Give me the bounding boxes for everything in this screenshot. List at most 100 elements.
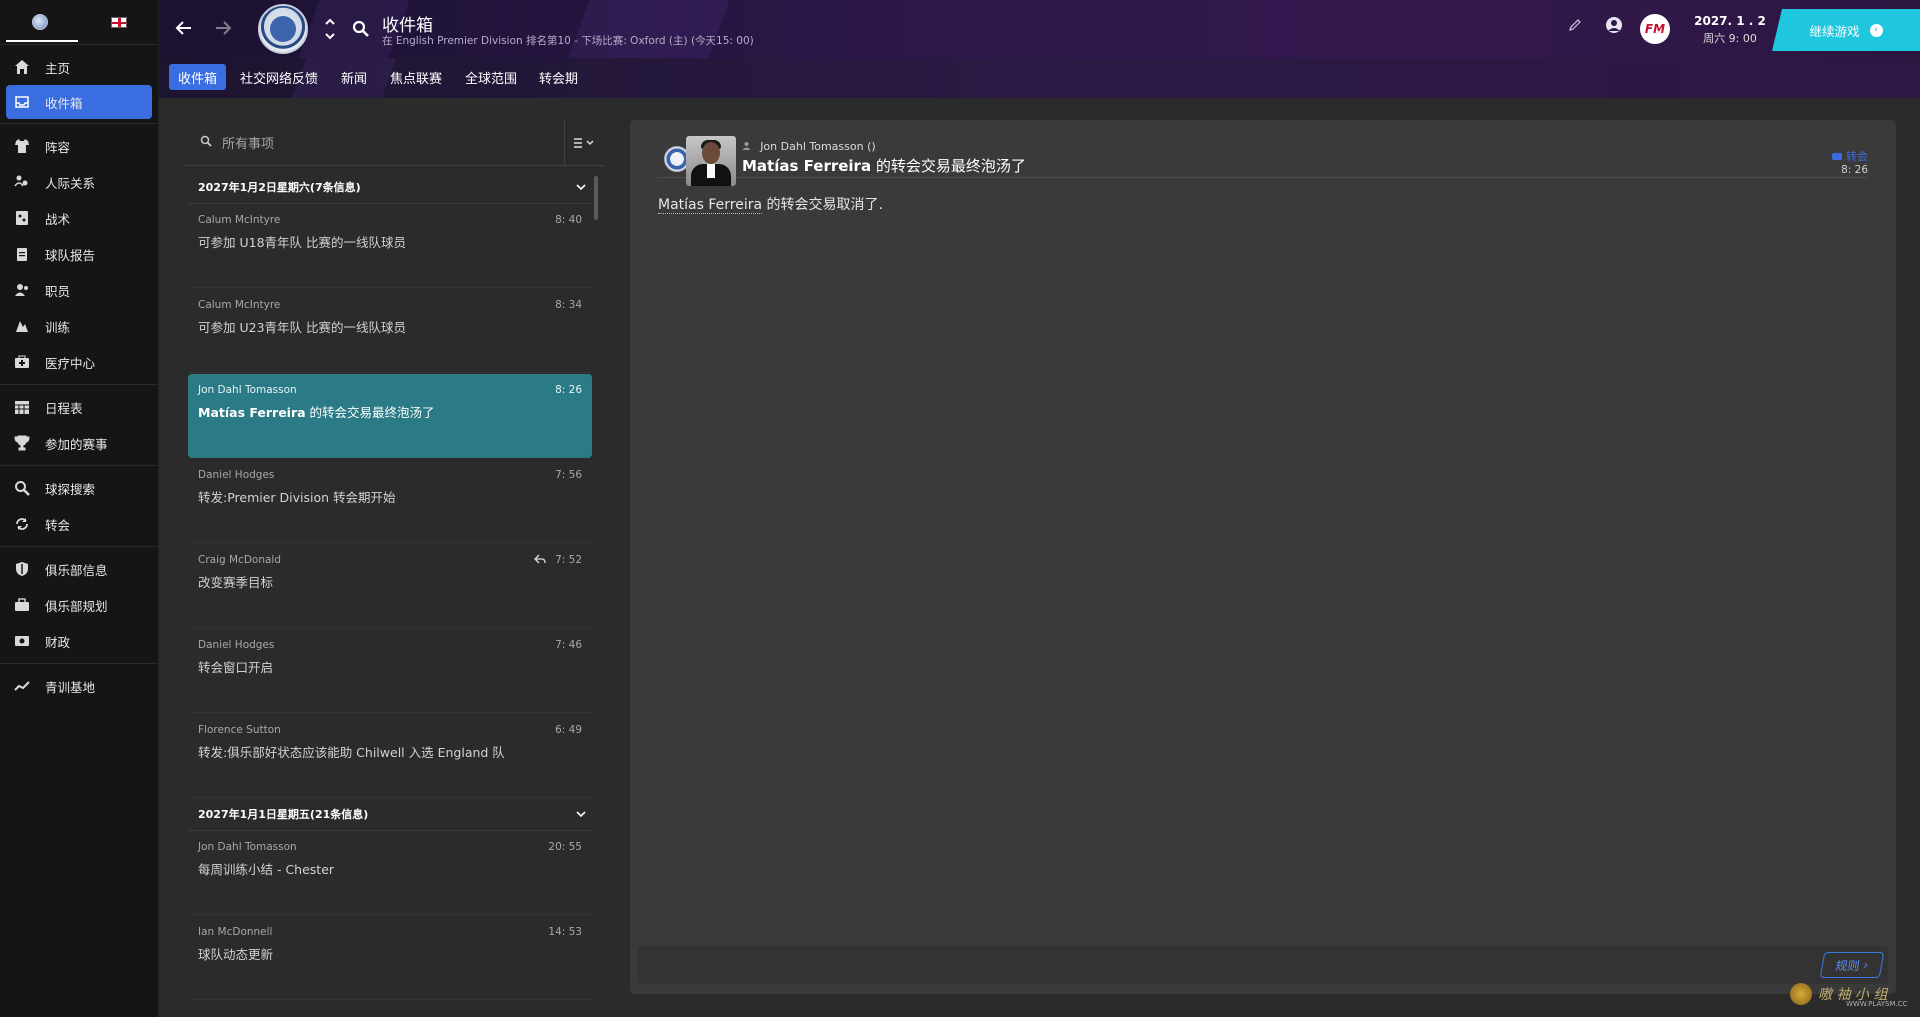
- filter-menu-button[interactable]: [564, 120, 604, 166]
- message-item[interactable]: Daniel Hodges 转会窗口开启 7: 46: [188, 629, 592, 713]
- nav-group-club: 俱乐部信息 俱乐部规划 财政: [0, 546, 158, 663]
- inbox-search[interactable]: 所有事项: [184, 120, 604, 166]
- tab-inbox[interactable]: 收件箱: [169, 64, 227, 90]
- watermark-logo-icon: [1790, 983, 1812, 1005]
- message-item[interactable]: Daniel Hodges 转发:Premier Division 转会期开始 …: [188, 459, 592, 543]
- sidebar-item-inbox[interactable]: 收件箱: [6, 85, 152, 119]
- arrow-right-icon: [216, 21, 232, 35]
- date-label: 2027. 1 . 2: [1694, 14, 1766, 28]
- sidebar-item-transfers[interactable]: 转会: [0, 506, 158, 542]
- message-time: 7: 46: [555, 639, 582, 651]
- sidebar-item-medical[interactable]: 医疗中心: [0, 344, 158, 380]
- message-sender: Calum McIntyre: [198, 299, 281, 311]
- sidebar-item-training[interactable]: 训练: [0, 308, 158, 344]
- detail-sender-name: Jon Dahl Tomasson: [760, 140, 864, 153]
- reply-box[interactable]: [638, 946, 1888, 984]
- category-tag[interactable]: 转会: [1832, 148, 1868, 164]
- nav-group-main: 主页 收件箱: [0, 44, 158, 123]
- sidebar-item-dynamics[interactable]: 人际关系: [0, 164, 158, 200]
- tab-focus-leagues[interactable]: 焦点联赛: [381, 64, 451, 90]
- message-subject: 球队动态更新: [198, 947, 274, 962]
- message-item[interactable]: Jon Dahl Tomasson 每周训练小结 - Chester 20: 5…: [188, 831, 592, 915]
- tab-worldwide[interactable]: 全球范围: [456, 64, 526, 90]
- forward-button[interactable]: [211, 16, 235, 40]
- sidebar-item-home[interactable]: 主页: [0, 49, 158, 85]
- message-time: 6: 49: [555, 724, 582, 736]
- sidebar-item-team-report[interactable]: 球队报告: [0, 236, 158, 272]
- sidebar-item-club-info[interactable]: 俱乐部信息: [0, 551, 158, 587]
- message-time: 7: 52: [555, 554, 582, 566]
- rules-button[interactable]: 规则 ›: [1819, 952, 1885, 978]
- edit-icon[interactable]: [1568, 18, 1582, 36]
- nav-group-schedule: 日程表 参加的赛事: [0, 384, 158, 465]
- sidebar-item-staff[interactable]: 职员: [0, 272, 158, 308]
- detail-sender-suffix: (): [867, 140, 876, 153]
- fm-logo-icon[interactable]: FM: [1640, 14, 1670, 44]
- sidebar-item-club-vision[interactable]: 俱乐部规划: [0, 587, 158, 623]
- chevron-up-down-icon: [325, 18, 335, 40]
- date-group-header[interactable]: 2027年1月2日星期六(7条信息): [188, 170, 592, 204]
- home-icon: [12, 57, 32, 77]
- header-search-button[interactable]: [350, 18, 372, 40]
- message-item[interactable]: Ian McDonnell 球队动态更新 14: 53: [188, 916, 592, 1000]
- england-flag-icon[interactable]: [110, 16, 127, 28]
- avatar-head: [702, 142, 720, 164]
- club-switch-stepper[interactable]: [322, 14, 338, 44]
- list-filter-icon: [573, 138, 594, 148]
- message-subject: 改变赛季目标: [198, 575, 274, 590]
- replied-icon: [534, 554, 546, 567]
- message-item[interactable]: Craig McDonald 改变赛季目标 7: 52: [188, 544, 592, 628]
- message-subject: 转会窗口开启: [198, 660, 274, 675]
- message-sender: Daniel Hodges: [198, 469, 275, 481]
- sidebar-item-scouting[interactable]: 球探搜索: [0, 470, 158, 506]
- sidebar-item-tactics[interactable]: 战术: [0, 200, 158, 236]
- body-player-link[interactable]: Matías Ferreira: [658, 197, 763, 214]
- sidebar-item-youth[interactable]: 青训基地: [0, 668, 158, 704]
- tab-transfer-window[interactable]: 转会期: [530, 64, 587, 90]
- dynamics-icon: [12, 172, 32, 192]
- message-subject: 转发:俱乐部好状态应该能助 Chilwell 入选 England 队: [198, 745, 505, 760]
- message-detail-header: Jon Dahl Tomasson () Matías Ferreira 的转会…: [658, 128, 1868, 186]
- sidebar-item-label: 青训基地: [45, 679, 96, 695]
- message-subject-player: Matías Ferreira: [198, 405, 306, 420]
- message-item[interactable]: Calum McIntyre 可参加 U18青年队 比赛的一线队球员 8: 40: [188, 204, 592, 288]
- search-icon: [200, 135, 212, 150]
- trophy-icon: [12, 433, 32, 453]
- youth-chart-icon: [12, 676, 32, 696]
- sidebar-item-label: 训练: [45, 319, 71, 335]
- continue-button[interactable]: 继续游戏 ›: [1772, 9, 1920, 51]
- globe-icon[interactable]: [31, 14, 48, 30]
- list-scrollbar[interactable]: [594, 176, 598, 220]
- message-subject: 可参加 U18青年队 比赛的一线队球员: [198, 235, 407, 250]
- weekday-time-label: 周六 9: 00: [1703, 32, 1757, 45]
- message-sender: Daniel Hodges: [198, 639, 275, 651]
- date-group-header[interactable]: 2027年1月1日星期五(21条信息): [188, 797, 592, 831]
- shield-icon: [12, 559, 32, 579]
- sidebar-item-label: 转会: [45, 517, 71, 533]
- club-crest[interactable]: [258, 4, 308, 54]
- sidebar-item-finances[interactable]: 财政: [0, 623, 158, 659]
- watermark-url: WWW.PLAYSM.CC: [1846, 1000, 1908, 1008]
- sidebar-item-label: 医疗中心: [45, 355, 96, 371]
- manager-profile-icon[interactable]: [1605, 16, 1623, 38]
- message-time: 7: 56: [555, 469, 582, 481]
- message-item-selected[interactable]: Jon Dahl Tomasson Matías Ferreira 的转会交易最…: [188, 374, 592, 458]
- tab-news[interactable]: 新闻: [332, 64, 376, 90]
- message-item[interactable]: Calum McIntyre 可参加 U23青年队 比赛的一线队球员 8: 34: [188, 289, 592, 373]
- sidebar-item-squad[interactable]: 阵容: [0, 128, 158, 164]
- tab-social-feed[interactable]: 社交网络反馈: [231, 64, 327, 90]
- sidebar-item-competitions[interactable]: 参加的赛事: [0, 425, 158, 461]
- message-time: 14: 53: [548, 926, 582, 938]
- sender-avatar[interactable]: [686, 136, 736, 186]
- squad-shirt-icon: [12, 136, 32, 156]
- nav-group-team: 阵容 人际关系 战术 球队报告 职员 训练 医疗中心: [0, 123, 158, 384]
- detail-sender[interactable]: Jon Dahl Tomasson (): [742, 140, 876, 153]
- back-button[interactable]: [172, 16, 196, 40]
- sidebar-item-schedule[interactable]: 日程表: [0, 389, 158, 425]
- club-crest-emblem: [270, 16, 296, 42]
- message-item[interactable]: Florence Sutton 转发:俱乐部好状态应该能助 Chilwell 入…: [188, 714, 592, 798]
- message-subject: 转发:Premier Division 转会期开始: [198, 490, 396, 505]
- detail-title-player[interactable]: Matías Ferreira: [742, 157, 871, 175]
- message-subject: 可参加 U23青年队 比赛的一线队球员: [198, 320, 407, 335]
- message-sender: Jon Dahl Tomasson: [198, 384, 297, 396]
